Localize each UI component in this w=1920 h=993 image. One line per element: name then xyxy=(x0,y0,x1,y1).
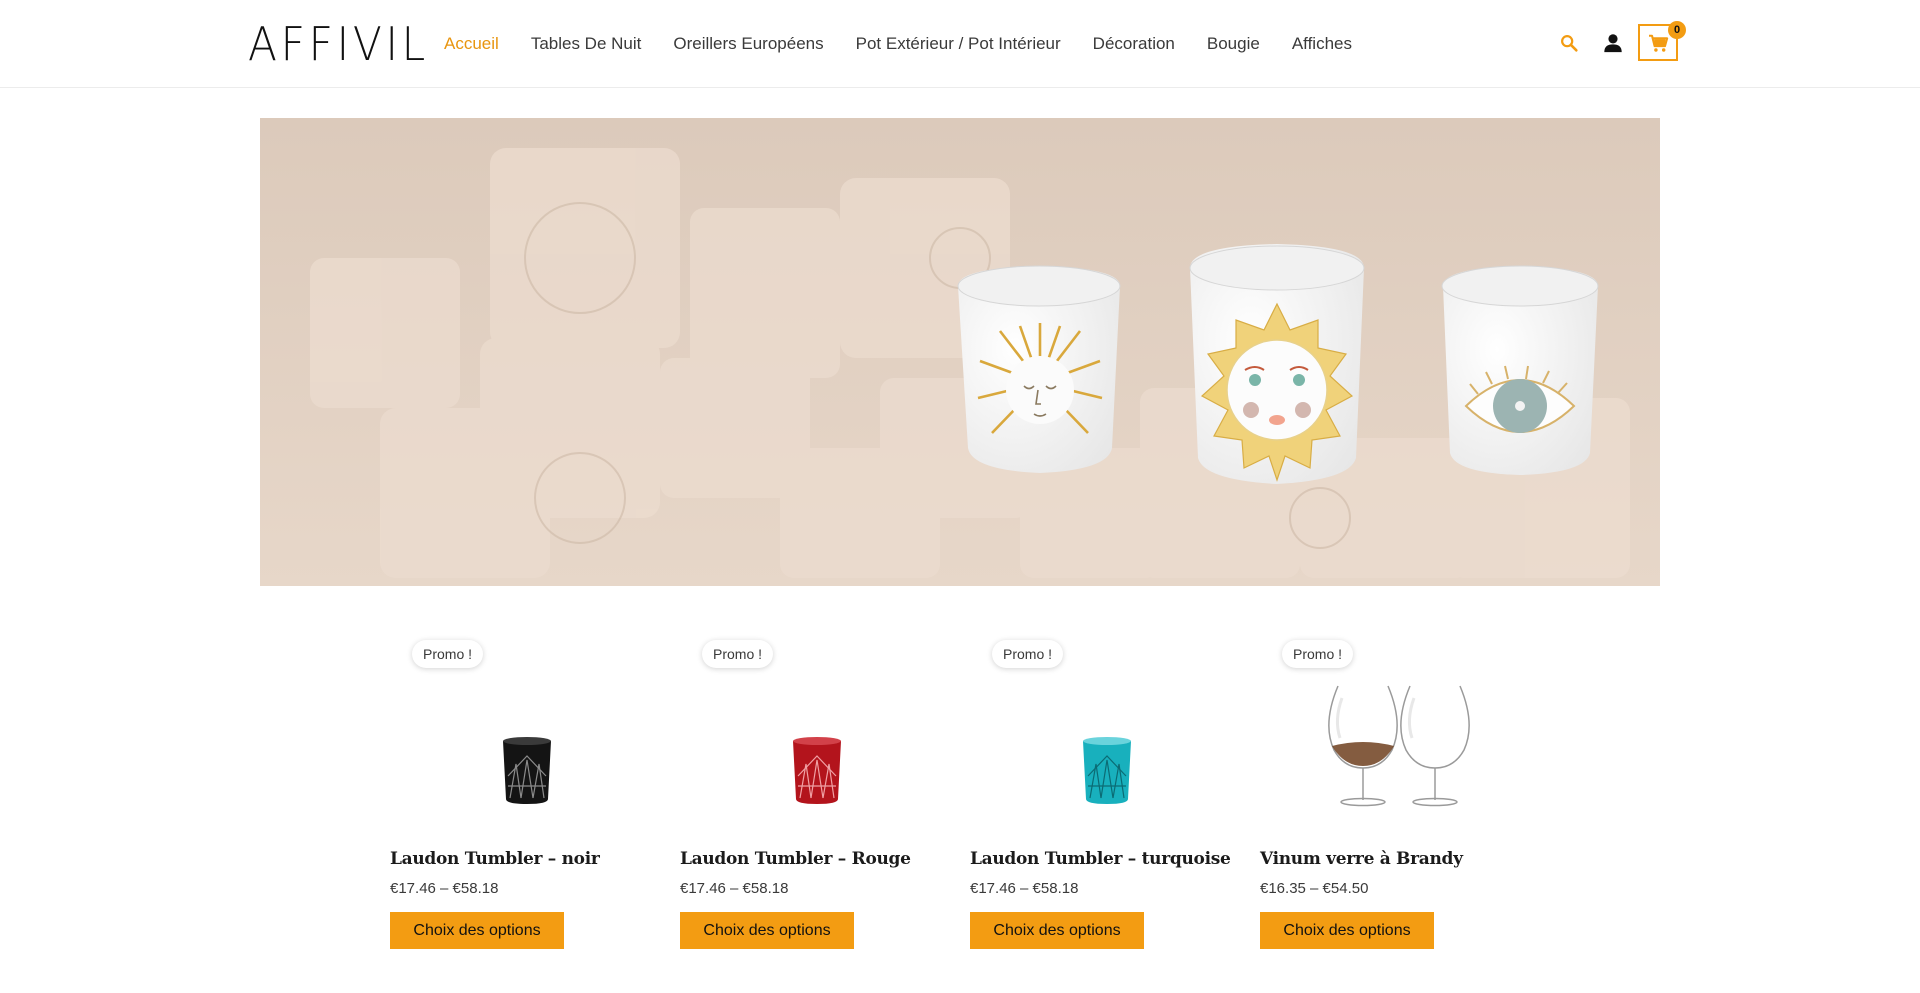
promo-badge: Promo ! xyxy=(1282,640,1354,668)
nav-item-oreillers-europeens[interactable]: Oreillers Européens xyxy=(673,34,823,54)
choose-options-button[interactable]: Choix des options xyxy=(970,912,1144,949)
cup-sun-face xyxy=(1189,244,1365,484)
site-logo[interactable]: AFFIVIL xyxy=(248,18,429,70)
product-image-red-tumbler[interactable] xyxy=(680,676,920,816)
hero-image xyxy=(260,118,1660,586)
product-image-turquoise-tumbler[interactable] xyxy=(970,676,1210,816)
product-price: €17.46 – €58.18 xyxy=(970,880,1079,897)
promo-badge: Promo ! xyxy=(412,640,484,668)
cup-eye xyxy=(1441,265,1599,475)
choose-options-button[interactable]: Choix des options xyxy=(1260,912,1434,949)
user-icon[interactable] xyxy=(1602,32,1624,54)
site-header: AFFIVIL Accueil Tables De Nuit Oreillers… xyxy=(0,0,1920,88)
product-title[interactable]: Vinum verre à Brandy xyxy=(1260,849,1463,869)
product-price: €16.35 – €54.50 xyxy=(1260,880,1369,897)
product-price: €17.46 – €58.18 xyxy=(390,880,499,897)
main-nav: Accueil Tables De Nuit Oreillers Europée… xyxy=(444,0,1384,88)
product-card: Promo ! Laudon Tumbler – Rouge €17.46 – … xyxy=(680,636,920,966)
header-actions: 0 xyxy=(1558,21,1686,64)
nav-item-pot-exterieur[interactable]: Pot Extérieur / Pot Intérieur xyxy=(856,34,1061,54)
cart-count-badge: 0 xyxy=(1668,21,1686,39)
nav-item-bougie[interactable]: Bougie xyxy=(1207,34,1260,54)
product-title[interactable]: Laudon Tumbler – noir xyxy=(390,849,600,869)
product-card: Promo ! Vinum verre à Brandy €16.35 – €5… xyxy=(1260,636,1500,966)
promo-badge: Promo ! xyxy=(702,640,774,668)
nav-item-accueil[interactable]: Accueil xyxy=(444,34,499,54)
product-image-black-tumbler[interactable] xyxy=(390,676,630,816)
product-card: Promo ! Laudon Tumbler – turquoise €17.4… xyxy=(970,636,1231,966)
product-grid: Promo ! Laudon Tumbler – noir €17.46 – €… xyxy=(390,636,1550,966)
product-price: €17.46 – €58.18 xyxy=(680,880,789,897)
cart-button[interactable]: 0 xyxy=(1638,21,1686,61)
cart-icon xyxy=(1649,34,1669,52)
nav-item-affiches[interactable]: Affiches xyxy=(1292,34,1352,54)
product-title[interactable]: Laudon Tumbler – turquoise xyxy=(970,849,1231,869)
hero-banner[interactable] xyxy=(260,118,1660,586)
nav-item-decoration[interactable]: Décoration xyxy=(1093,34,1175,54)
choose-options-button[interactable]: Choix des options xyxy=(390,912,564,949)
product-card: Promo ! Laudon Tumbler – noir €17.46 – €… xyxy=(390,636,630,966)
product-image-brandy-glasses[interactable] xyxy=(1260,676,1500,816)
search-icon[interactable] xyxy=(1558,32,1580,54)
nav-item-tables-de-nuit[interactable]: Tables De Nuit xyxy=(531,34,642,54)
choose-options-button[interactable]: Choix des options xyxy=(680,912,854,949)
cup-sun-closed-eyes xyxy=(957,265,1121,473)
product-title[interactable]: Laudon Tumbler – Rouge xyxy=(680,849,911,869)
promo-badge: Promo ! xyxy=(992,640,1064,668)
